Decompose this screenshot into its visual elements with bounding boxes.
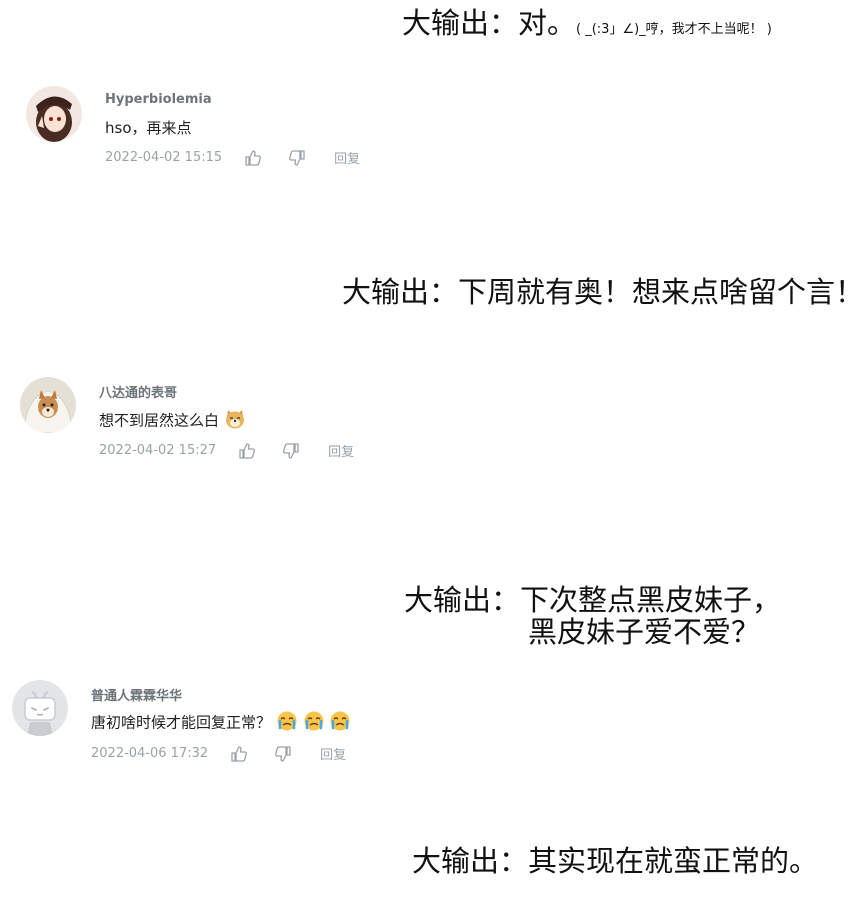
doge-emoji-icon (224, 408, 246, 434)
username[interactable]: 八达通的表哥 (99, 382, 177, 401)
avatar-bilibili-tv[interactable] (12, 680, 68, 736)
comment-text: hso，再来点 (105, 119, 192, 137)
crying-emoji-icon (303, 710, 325, 736)
timestamp: 2022-04-06 17:32 (91, 746, 209, 761)
author-reply-4: 大输出：其实现在就蛮正常的。 (412, 844, 819, 878)
author-reply-1: 大输出：对。( _(:3」∠)_哼，我才不上当呢！ ) (402, 6, 772, 47)
crying-emoji-icon (329, 710, 351, 736)
thumbs-up-icon[interactable] (230, 745, 248, 763)
avatar-anime-girl[interactable] (26, 86, 82, 142)
author-reply-1-tail: ( _(:3」∠)_哼，我才不上当呢！ ) (576, 22, 772, 37)
author-reply-3-line-1: 大输出：下次整点黑皮妹子， (404, 583, 782, 617)
thumbs-down-icon[interactable] (288, 149, 306, 167)
reply-button[interactable]: 回复 (328, 441, 354, 460)
thumbs-down-icon[interactable] (282, 442, 300, 460)
avatar-shiba-dog[interactable] (20, 377, 76, 433)
username[interactable]: Hyperbiolemia (105, 92, 212, 107)
crying-emoji-icon (276, 710, 298, 736)
comment-text-line: 唐初啥时候才能回复正常？ (91, 710, 351, 736)
author-reply-1-text: 大输出：对。 (402, 6, 577, 40)
author-reply-3-line-2: 黑皮妹子爱不爱？ (528, 615, 761, 649)
comment-meta: 2022-04-02 15:27 回复 (99, 441, 354, 460)
reply-button[interactable]: 回复 (320, 744, 346, 763)
reply-button[interactable]: 回复 (334, 148, 360, 167)
comment-text: 唐初啥时候才能回复正常？ (91, 713, 272, 732)
comment-text: 想不到居然这么白 (99, 411, 220, 430)
thumbs-up-icon[interactable] (238, 442, 256, 460)
username[interactable]: 普通人霖霖华华 (91, 685, 182, 704)
author-reply-2: 大输出：下周就有奥！想来点啥留个言！ (342, 275, 850, 309)
timestamp: 2022-04-02 15:27 (99, 443, 217, 458)
comment-meta: 2022-04-02 15:15 回复 (105, 148, 360, 167)
timestamp: 2022-04-02 15:15 (105, 150, 223, 165)
thumbs-down-icon[interactable] (274, 745, 292, 763)
comment-text-line: 想不到居然这么白 (99, 408, 246, 434)
comment-meta: 2022-04-06 17:32 回复 (91, 744, 346, 763)
thumbs-up-icon[interactable] (244, 149, 262, 167)
